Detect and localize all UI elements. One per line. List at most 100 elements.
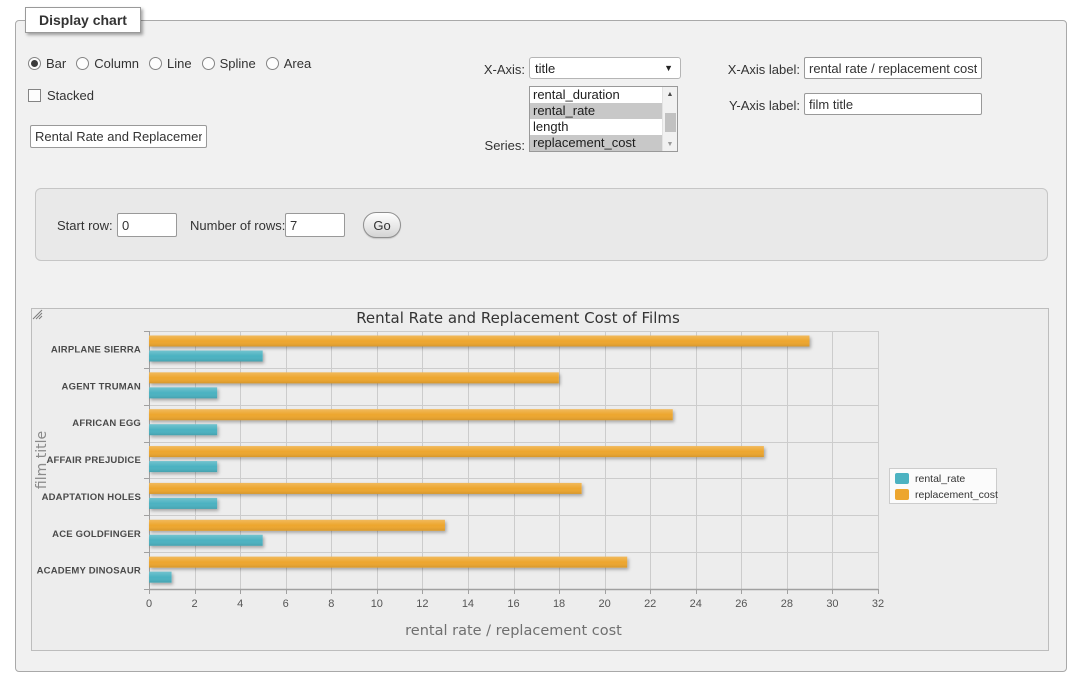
series-option-rental_duration[interactable]: rental_duration [530,87,662,103]
svg-text:24: 24 [690,598,702,610]
svg-text:18: 18 [553,598,565,610]
legend-label: rental_rate [915,473,965,485]
chart-legend: rental_rate replacement_cost [890,469,998,504]
svg-text:32: 32 [872,598,884,610]
svg-text:ADAPTATION HOLES: ADAPTATION HOLES [42,492,141,503]
row-range-panel: Start row: Number of rows: Go [35,188,1048,261]
svg-text:20: 20 [599,598,611,610]
gridlines [149,331,879,590]
number-of-rows-input[interactable] [285,213,345,237]
chart-type-area[interactable]: Area [266,56,311,71]
scroll-down-icon[interactable]: ▼ [663,137,677,151]
bar-shine [149,372,559,383]
svg-text:0: 0 [146,598,152,610]
svg-text:2: 2 [192,598,198,610]
svg-text:AGENT TRUMAN: AGENT TRUMAN [62,381,141,392]
x-axis-select[interactable]: title ▼ [529,57,681,79]
legend-label: replacement_cost [915,489,998,501]
stacked-label: Stacked [47,88,94,103]
fieldset-title: Display chart [25,7,141,33]
legend-item-rental_rate[interactable]: rental_rate [895,473,965,485]
go-button[interactable]: Go [363,212,401,238]
svg-text:10: 10 [371,598,383,610]
axes [144,331,879,594]
y-axis-label-input[interactable] [804,93,982,115]
stacked-row: Stacked [28,88,94,103]
radio-label: Bar [46,56,66,71]
bar-shine [149,520,445,531]
x-axis-select-value: title [535,61,555,76]
radio-label: Line [167,56,192,71]
x-axis-select-label: X-Axis: [420,62,525,77]
number-of-rows-label: Number of rows: [190,218,285,233]
radio-icon[interactable] [149,57,162,70]
series-option-length[interactable]: length [530,119,662,135]
x-axis-label-input[interactable] [804,57,982,79]
radio-label: Column [94,56,139,71]
radio-icon[interactable] [202,57,215,70]
svg-text:14: 14 [462,598,474,610]
legend-swatch-icon [895,489,909,500]
svg-text:16: 16 [507,598,519,610]
svg-text:4: 4 [237,598,243,610]
start-row-label: Start row: [57,218,113,233]
bar-shine [149,351,263,362]
series-scrollbar[interactable]: ▲ ▼ [662,87,677,151]
chart-title: Rental Rate and Replacement Cost of Film… [356,309,680,327]
svg-text:12: 12 [416,598,428,610]
bar-shine [149,483,582,494]
svg-text:AIRPLANE SIERRA: AIRPLANE SIERRA [51,345,141,356]
radio-icon[interactable] [266,57,279,70]
radio-icon[interactable] [76,57,89,70]
scrollbar-track[interactable] [663,101,677,137]
bar-chart-svg: AIRPLANE SIERRA AGENT TRUMAN AFRICAN EGG AF… [32,309,1048,650]
bar-shine [149,461,217,472]
bar-shine [149,446,764,457]
bar-shine [149,387,217,398]
bar-shine [149,336,809,347]
chart-type-bar[interactable]: Bar [28,56,66,71]
chevron-down-icon: ▼ [664,63,675,73]
bar-shine [149,557,627,568]
y-axis-label-caption: Y-Axis label: [700,98,800,113]
chart-title-input[interactable] [30,125,207,148]
svg-text:28: 28 [781,598,793,610]
bar-shine [149,424,217,435]
scrollbar-thumb[interactable] [665,113,676,132]
chart-type-line[interactable]: Line [149,56,192,71]
svg-text:AFFAIR PREJUDICE: AFFAIR PREJUDICE [46,455,141,466]
x-axis-title: rental rate / replacement cost [405,623,622,639]
x-axis-label-caption: X-Axis label: [700,62,800,77]
start-row-input[interactable] [117,213,177,237]
svg-text:AFRICAN EGG: AFRICAN EGG [72,418,141,429]
y-axis-title: film title [34,431,50,489]
scroll-up-icon[interactable]: ▲ [663,87,677,101]
svg-text:30: 30 [826,598,838,610]
chart-type-column[interactable]: Column [76,56,139,71]
bar-shine [149,498,217,509]
series-list-label: Series: [420,138,525,153]
stacked-checkbox[interactable] [28,89,41,102]
series-options: rental_durationrental_ratelengthreplacem… [530,87,662,151]
page: Display chart Bar Column Line Spline Area St… [0,0,1081,681]
bar-shine [149,535,263,546]
chart-container: AIRPLANE SIERRA AGENT TRUMAN AFRICAN EGG AF… [31,308,1049,651]
radio-label: Spline [220,56,256,71]
radio-icon[interactable] [28,57,41,70]
radio-label: Area [284,56,311,71]
svg-text:26: 26 [735,598,747,610]
svg-text:22: 22 [644,598,656,610]
svg-text:8: 8 [328,598,334,610]
resize-grip-icon[interactable] [32,309,43,320]
svg-text:6: 6 [283,598,289,610]
chart-type-spline[interactable]: Spline [202,56,256,71]
chart-type-group: Bar Column Line Spline Area [28,56,321,71]
series-option-replacement_cost[interactable]: replacement_cost [530,135,662,151]
series-option-rental_rate[interactable]: rental_rate [530,103,662,119]
series-listbox[interactable]: rental_durationrental_ratelengthreplacem… [529,86,678,152]
category-labels: AIRPLANE SIERRA AGENT TRUMAN AFRICAN EGG AF… [37,345,141,577]
svg-text:ACADEMY DINOSAUR: ACADEMY DINOSAUR [37,566,141,577]
bar-shine [149,572,172,583]
x-tick-labels: 02468101214161820222426283032 [146,598,884,610]
bar-shine [149,409,673,420]
